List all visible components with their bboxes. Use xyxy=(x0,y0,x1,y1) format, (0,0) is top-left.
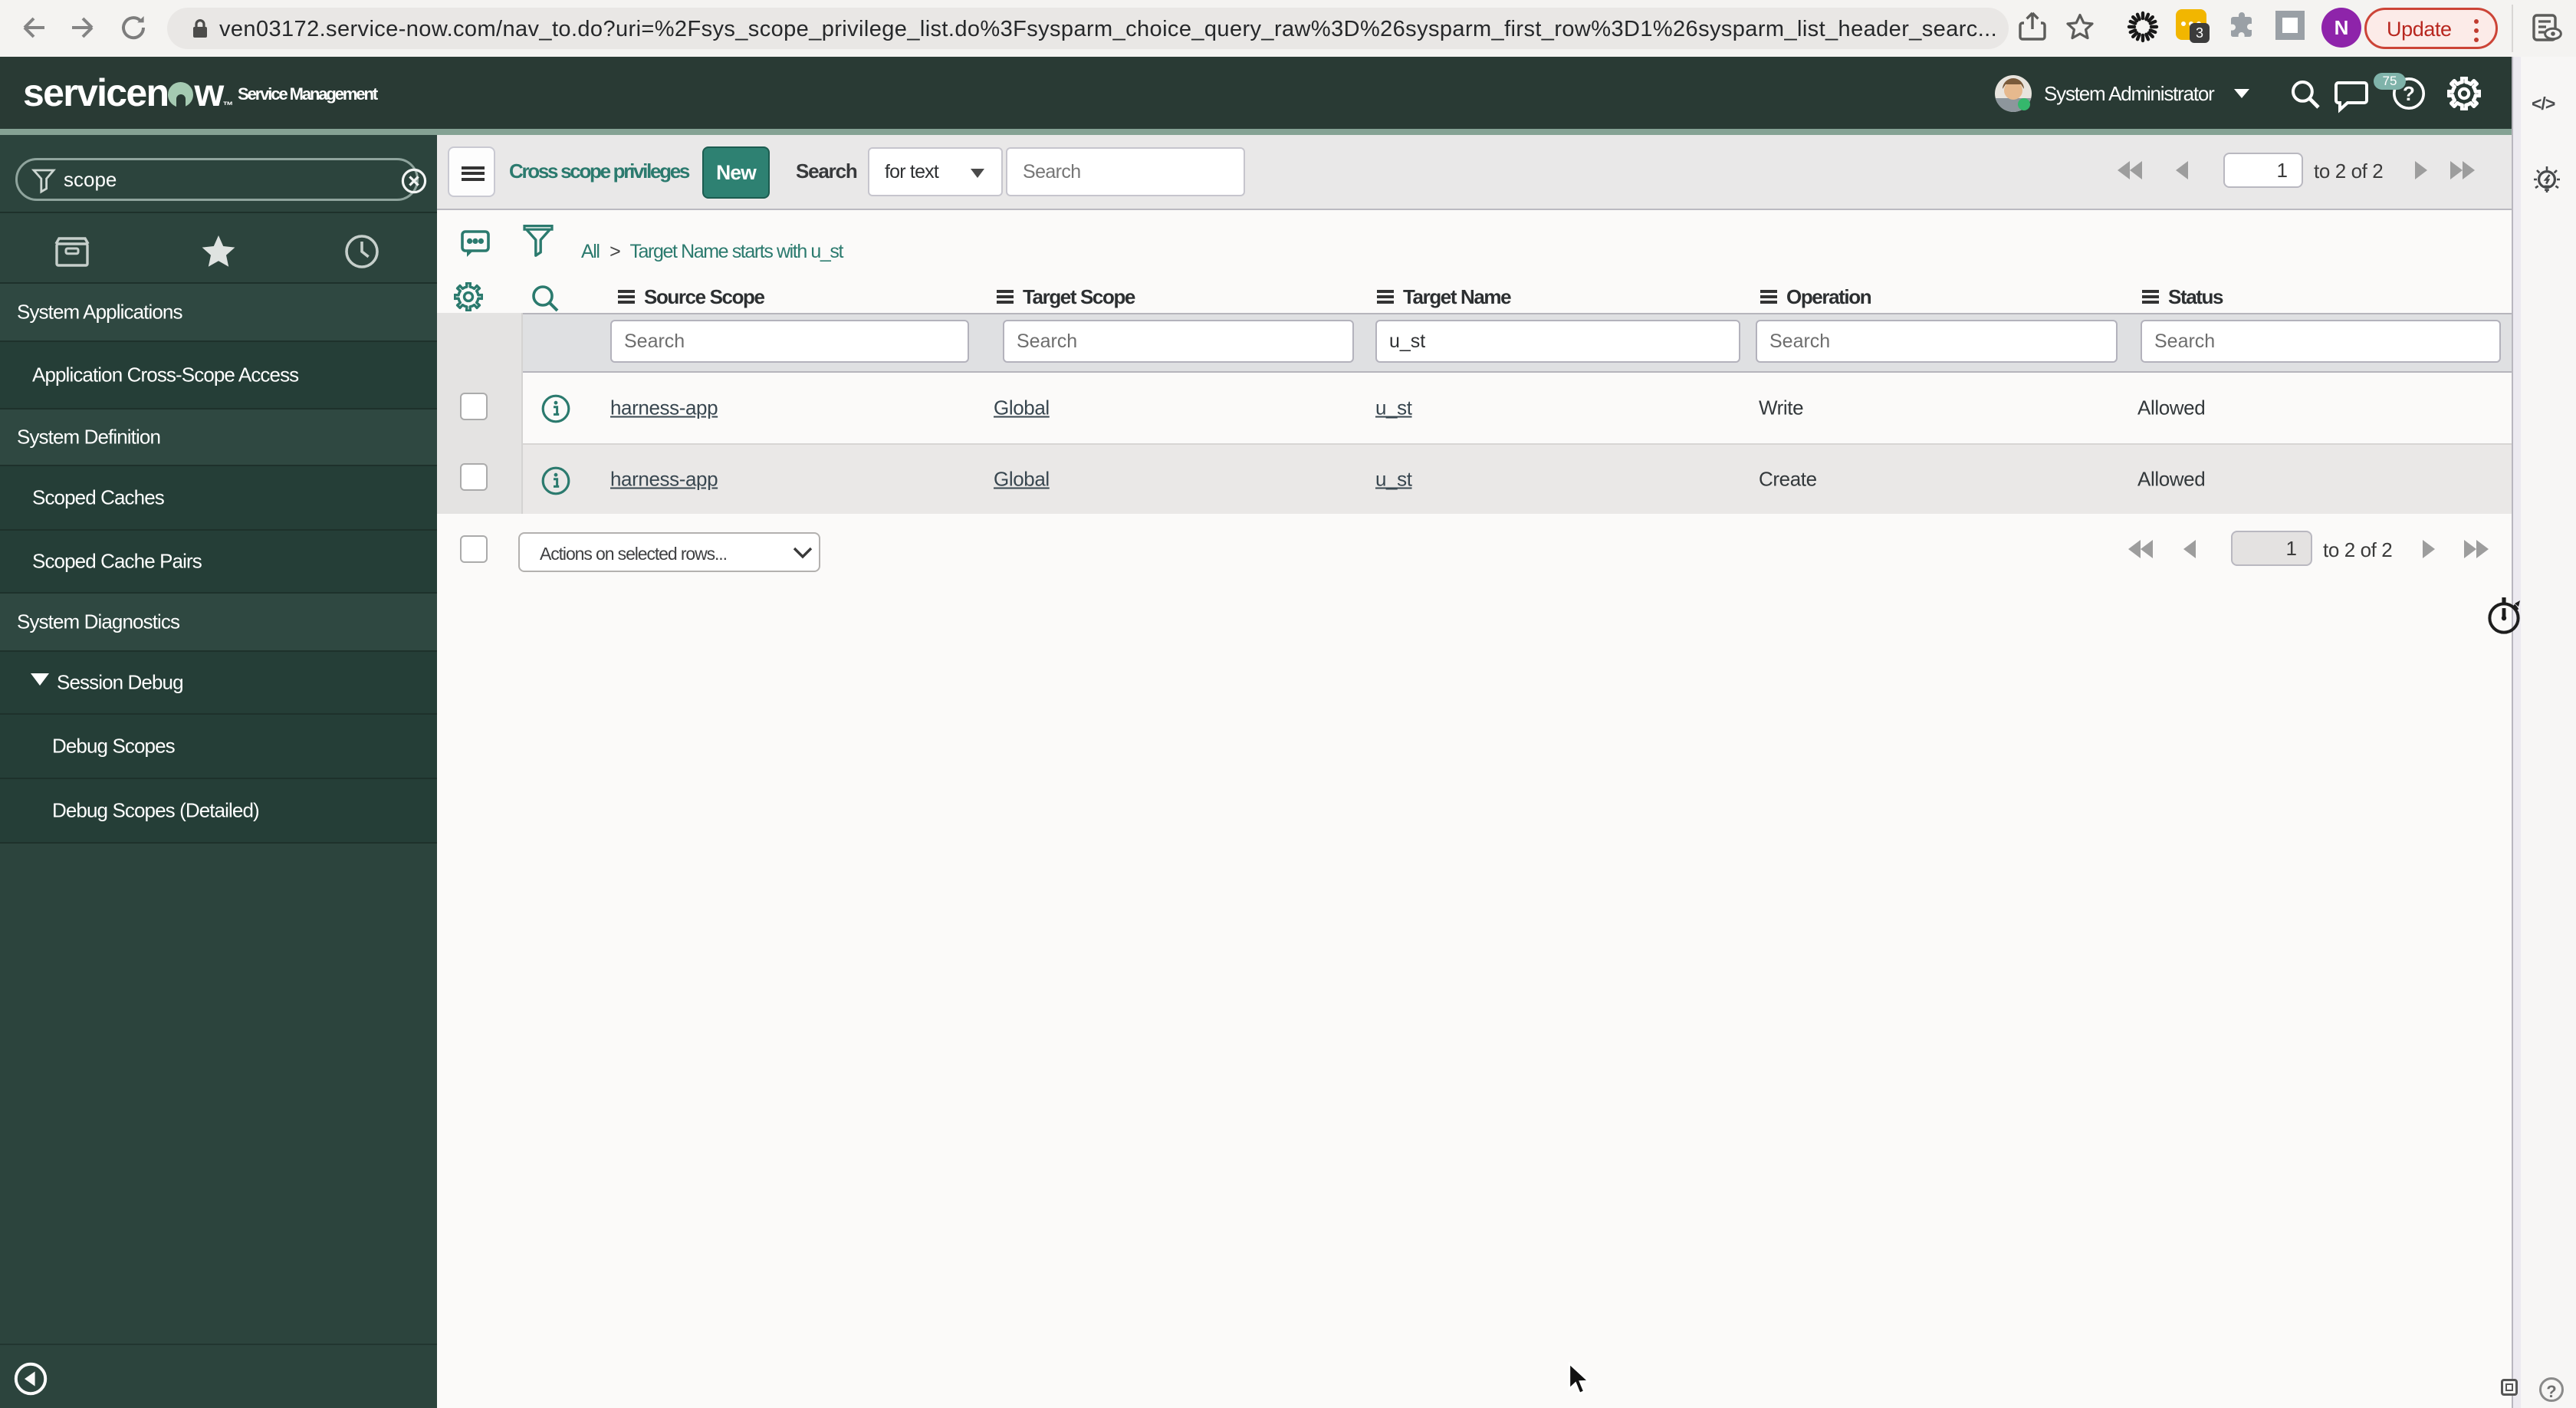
svg-text:?: ? xyxy=(2403,82,2415,105)
